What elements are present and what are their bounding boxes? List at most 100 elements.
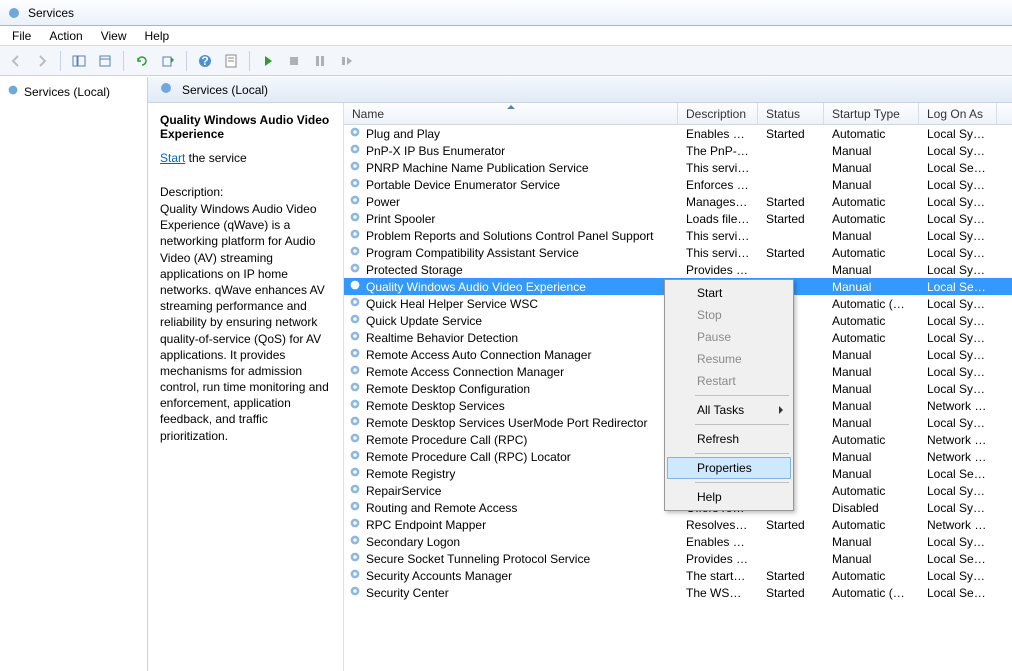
refresh-button[interactable] (130, 49, 154, 73)
services-list[interactable]: Name Description Status Startup Type Log… (344, 103, 1012, 671)
service-status-cell: Started (758, 586, 824, 600)
toolbar-separator (60, 51, 61, 71)
start-service-button[interactable] (256, 49, 280, 73)
service-startup-cell: Manual (824, 450, 919, 464)
service-gear-icon (348, 346, 362, 363)
svg-text:?: ? (201, 54, 208, 68)
restart-service-button[interactable] (334, 49, 358, 73)
pause-service-button[interactable] (308, 49, 332, 73)
service-status-cell: Started (758, 246, 824, 260)
service-name-cell: Remote Procedure Call (RPC) (366, 433, 527, 447)
context-menu-separator (695, 395, 789, 396)
context-menu-stop: Stop (667, 304, 791, 326)
context-menu-help[interactable]: Help (667, 486, 791, 508)
service-logon-cell: Local Syste... (919, 263, 997, 277)
context-menu-all-tasks[interactable]: All Tasks (667, 399, 791, 421)
service-desc-cell: Resolves RP... (678, 518, 758, 532)
service-gear-icon (348, 414, 362, 431)
column-status[interactable]: Status (758, 103, 824, 124)
service-startup-cell: Automatic (824, 518, 919, 532)
menu-action[interactable]: Action (41, 27, 90, 45)
service-startup-cell: Automatic (D... (824, 586, 919, 600)
stop-service-button[interactable] (282, 49, 306, 73)
service-action-line: Start the service (160, 151, 331, 165)
service-row[interactable]: Problem Reports and Solutions Control Pa… (344, 227, 1012, 244)
service-startup-cell: Manual (824, 348, 919, 362)
service-row[interactable]: Protected StorageProvides pr...ManualLoc… (344, 261, 1012, 278)
menu-view[interactable]: View (93, 27, 135, 45)
service-status-cell: Started (758, 195, 824, 209)
service-gear-icon (348, 278, 362, 295)
start-service-link[interactable]: Start (160, 151, 185, 165)
console-tree[interactable]: Services (Local) (0, 77, 148, 671)
column-description[interactable]: Description (678, 103, 758, 124)
service-row[interactable]: Security Accounts ManagerThe startup ...… (344, 567, 1012, 584)
service-desc-cell: This service ... (678, 246, 758, 260)
service-name-cell: Quick Update Service (366, 314, 482, 328)
service-name-cell: Realtime Behavior Detection (366, 331, 518, 345)
nav-forward-button[interactable] (30, 49, 54, 73)
service-context-menu[interactable]: StartStopPauseResumeRestartAll TasksRefr… (664, 279, 794, 511)
service-gear-icon (348, 312, 362, 329)
service-desc-cell: Provides pr... (678, 263, 758, 277)
context-menu-resume: Resume (667, 348, 791, 370)
context-menu-properties[interactable]: Properties (667, 457, 791, 479)
service-logon-cell: Local Syste... (919, 178, 997, 192)
service-row[interactable]: Security CenterThe WSCSV...StartedAutoma… (344, 584, 1012, 601)
service-row[interactable]: RPC Endpoint MapperResolves RP...Started… (344, 516, 1012, 533)
menu-help[interactable]: Help (137, 27, 178, 45)
column-startup-type[interactable]: Startup Type (824, 103, 919, 124)
export-button[interactable] (156, 49, 180, 73)
service-desc-cell: Provides su... (678, 552, 758, 566)
column-log-on-as[interactable]: Log On As (919, 103, 997, 124)
service-row[interactable]: Plug and PlayEnables a c...StartedAutoma… (344, 125, 1012, 142)
service-desc-cell: Loads files t... (678, 212, 758, 226)
show-hide-tree-button[interactable] (67, 49, 91, 73)
service-startup-cell: Automatic (824, 433, 919, 447)
service-row[interactable]: PowerManages p...StartedAutomaticLocal S… (344, 193, 1012, 210)
service-logon-cell: Local Syste... (919, 569, 997, 583)
description-label: Description: (160, 185, 331, 199)
service-logon-cell: Local Syste... (919, 297, 997, 311)
service-name-cell: Portable Device Enumerator Service (366, 178, 560, 192)
service-name-cell: RPC Endpoint Mapper (366, 518, 486, 532)
export-list-button[interactable] (93, 49, 117, 73)
service-status-cell: Started (758, 212, 824, 226)
service-name-cell: Security Center (366, 586, 449, 600)
service-startup-cell: Manual (824, 365, 919, 379)
context-menu-restart: Restart (667, 370, 791, 392)
service-row[interactable]: PnP-X IP Bus EnumeratorThe PnP-X ...Manu… (344, 142, 1012, 159)
column-name[interactable]: Name (344, 103, 678, 124)
service-name-cell: Protected Storage (366, 263, 463, 277)
properties-button[interactable] (219, 49, 243, 73)
service-startup-cell: Manual (824, 416, 919, 430)
help-button[interactable]: ? (193, 49, 217, 73)
nav-back-button[interactable] (4, 49, 28, 73)
main-area: Services (Local) Services (Local) Qualit… (0, 76, 1012, 671)
service-gear-icon (348, 363, 362, 380)
context-menu-refresh[interactable]: Refresh (667, 428, 791, 450)
service-row[interactable]: PNRP Machine Name Publication ServiceThi… (344, 159, 1012, 176)
service-startup-cell: Manual (824, 178, 919, 192)
service-gear-icon (348, 584, 362, 601)
service-gear-icon (348, 176, 362, 193)
service-startup-cell: Automatic (824, 212, 919, 226)
service-desc-cell: Enables star... (678, 535, 758, 549)
service-row[interactable]: Secondary LogonEnables star...ManualLoca… (344, 533, 1012, 550)
service-desc-cell: Manages p... (678, 195, 758, 209)
menu-file[interactable]: File (4, 27, 39, 45)
service-row[interactable]: Portable Device Enumerator ServiceEnforc… (344, 176, 1012, 193)
service-gear-icon (348, 329, 362, 346)
service-gear-icon (348, 244, 362, 261)
window-title: Services (28, 6, 74, 20)
service-row[interactable]: Secure Socket Tunneling Protocol Service… (344, 550, 1012, 567)
context-menu-start[interactable]: Start (667, 282, 791, 304)
service-row[interactable]: Program Compatibility Assistant ServiceT… (344, 244, 1012, 261)
service-desc-cell: Enables a c... (678, 127, 758, 141)
service-logon-cell: Local Syste... (919, 348, 997, 362)
service-gear-icon (348, 295, 362, 312)
service-gear-icon (348, 210, 362, 227)
service-row[interactable]: Print SpoolerLoads files t...StartedAuto… (344, 210, 1012, 227)
tree-root-services[interactable]: Services (Local) (2, 81, 145, 102)
service-desc-cell: The PnP-X ... (678, 144, 758, 158)
